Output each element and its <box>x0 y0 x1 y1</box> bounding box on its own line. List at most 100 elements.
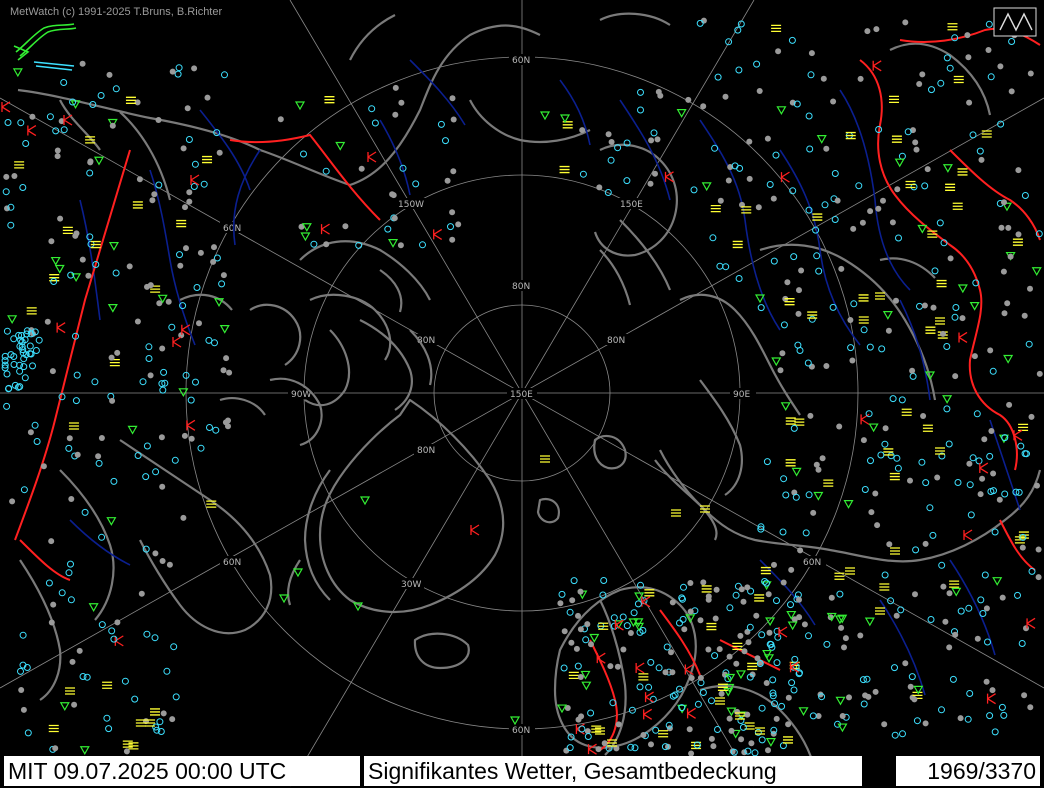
station-cloud-cover-symbol <box>1028 413 1035 420</box>
station-cloud-cover-symbol <box>136 176 143 183</box>
station-cloud-cover-symbol <box>893 297 899 304</box>
station-cloud-cover-symbol <box>952 373 959 380</box>
station-cloud-cover-symbol <box>815 466 822 473</box>
station-cloud-cover-symbol <box>882 425 889 432</box>
station-cloud-cover-symbol <box>990 470 997 477</box>
station-cloud-cover-symbol <box>358 165 365 172</box>
station-cloud-cover-symbol <box>109 122 116 129</box>
station-cloud-cover-symbol <box>880 197 886 204</box>
station-cloud-cover-symbol <box>947 255 954 262</box>
station-cloud-cover-symbol <box>872 688 879 695</box>
station-cloud-cover-symbol <box>733 660 740 667</box>
station-cloud-cover-symbol <box>1005 224 1012 231</box>
station-cloud-cover-symbol <box>979 475 986 482</box>
station-cloud-cover-symbol <box>584 621 591 628</box>
station-cloud-cover-symbol <box>1015 231 1022 238</box>
station-cloud-cover-symbol <box>985 47 992 53</box>
station-cloud-cover-symbol <box>744 584 751 591</box>
station-cloud-cover-symbol <box>1001 199 1007 206</box>
station-cloud-cover-symbol <box>577 588 584 595</box>
station-cloud-cover-symbol <box>765 747 771 754</box>
station-cloud-cover-symbol <box>74 451 81 458</box>
lat-label: 60N <box>223 224 241 234</box>
station-cloud-cover-symbol <box>186 189 193 196</box>
station-cloud-cover-symbol <box>608 139 615 145</box>
station-cloud-cover-symbol <box>449 236 456 243</box>
station-cloud-cover-symbol <box>978 156 985 163</box>
station-cloud-cover-symbol <box>746 138 753 145</box>
status-bar: MIT 09.07.2025 00:00 UTC Signifikantes W… <box>4 756 1040 786</box>
station-cloud-cover-symbol <box>893 612 900 619</box>
station-cloud-cover-symbol <box>397 242 404 249</box>
station-cloud-cover-symbol <box>184 105 191 112</box>
station-cloud-cover-symbol <box>147 372 154 379</box>
station-cloud-cover-symbol <box>226 369 233 376</box>
station-cloud-cover-symbol <box>902 19 909 26</box>
station-cloud-cover-symbol <box>106 71 113 78</box>
station-cloud-cover-symbol <box>575 612 581 619</box>
station-cloud-cover-symbol <box>210 258 217 265</box>
station-cloud-cover-symbol <box>9 498 16 505</box>
station-cloud-cover-symbol <box>700 579 707 586</box>
station-cloud-cover-symbol <box>989 687 996 694</box>
station-cloud-cover-symbol <box>766 629 773 636</box>
station-cloud-cover-symbol <box>798 267 805 274</box>
station-cloud-cover-symbol <box>557 600 564 607</box>
weather-map[interactable]: 80N 80N 80N 80N 60N 60N 60N 60N 60N 150E… <box>0 0 1044 788</box>
station-cloud-cover-symbol <box>3 173 10 180</box>
station-cloud-cover-symbol <box>796 596 802 603</box>
station-cloud-cover-symbol <box>114 349 121 356</box>
station-cloud-cover-symbol <box>1027 70 1034 77</box>
station-cloud-cover-symbol <box>885 327 892 334</box>
station-cloud-cover-symbol <box>169 716 176 723</box>
station-cloud-cover-symbol <box>745 639 752 646</box>
station-cloud-cover-symbol <box>640 732 647 738</box>
station-cloud-cover-symbol <box>1008 88 1015 95</box>
lat-label: 80N <box>417 446 435 456</box>
station-cloud-cover-symbol <box>785 694 792 701</box>
station-cloud-cover-symbol <box>946 644 953 651</box>
station-cloud-cover-symbol <box>999 594 1006 601</box>
lat-label: 60N <box>512 726 530 736</box>
station-cloud-cover-symbol <box>1027 704 1034 711</box>
station-cloud-cover-symbol <box>842 635 849 642</box>
lon-label: 150E <box>510 390 533 400</box>
station-cloud-cover-symbol <box>180 145 187 152</box>
station-cloud-cover-symbol <box>913 146 920 153</box>
station-cloud-cover-symbol <box>390 192 397 199</box>
station-cloud-cover-symbol <box>946 590 953 597</box>
station-cloud-cover-symbol <box>864 28 871 35</box>
station-cloud-cover-symbol <box>54 147 61 154</box>
station-cloud-cover-symbol <box>830 98 837 105</box>
copyright-credit: MetWatch (c) 1991-2025 T.Bruns, B.Richte… <box>10 6 223 18</box>
station-cloud-cover-symbol <box>981 436 988 443</box>
lon-label: 150E <box>620 200 643 210</box>
station-cloud-cover-symbol <box>220 272 227 279</box>
station-cloud-cover-symbol <box>48 238 55 245</box>
station-cloud-cover-symbol <box>838 265 845 272</box>
station-cloud-cover-symbol <box>911 696 918 703</box>
station-cloud-cover-symbol <box>718 690 725 697</box>
station-cloud-cover-symbol <box>686 726 693 733</box>
station-cloud-cover-symbol <box>204 94 211 101</box>
station-cloud-cover-symbol <box>765 591 772 598</box>
station-cloud-cover-symbol <box>223 355 230 362</box>
station-cloud-cover-symbol <box>737 632 744 639</box>
station-cloud-cover-symbol <box>685 96 692 103</box>
station-cloud-cover-symbol <box>977 491 984 498</box>
station-cloud-cover-symbol <box>138 590 145 597</box>
station-cloud-cover-symbol <box>48 538 55 545</box>
station-cloud-cover-symbol <box>577 626 584 633</box>
station-cloud-cover-symbol <box>860 437 867 444</box>
station-cloud-cover-symbol <box>688 675 695 681</box>
station-cloud-cover-symbol <box>49 368 56 375</box>
station-cloud-cover-symbol <box>182 204 188 211</box>
station-cloud-cover-symbol <box>647 180 654 187</box>
status-station-count: 1969/3370 <box>896 756 1040 786</box>
station-cloud-cover-symbol <box>186 198 193 205</box>
station-cloud-cover-symbol <box>222 419 229 426</box>
station-cloud-cover-symbol <box>930 304 937 311</box>
station-cloud-cover-symbol <box>648 137 655 144</box>
station-cloud-cover-symbol <box>728 727 735 734</box>
station-cloud-cover-symbol <box>450 116 457 123</box>
